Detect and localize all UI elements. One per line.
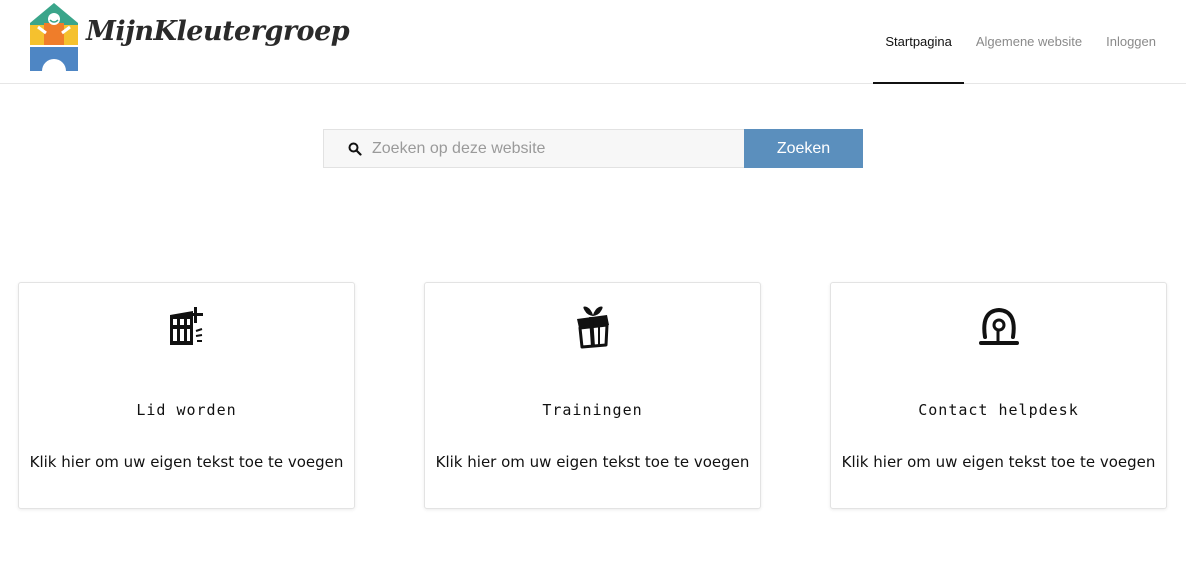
building-icon <box>169 307 203 345</box>
header: MijnKleutergroep Startpagina Algemene we… <box>0 0 1186 84</box>
search-box <box>323 129 744 168</box>
card-lid-worden[interactable]: Lid worden Klik hier om uw eigen tekst t… <box>18 282 355 509</box>
site-logo[interactable]: MijnKleutergroep <box>28 0 350 74</box>
card-title: Lid worden <box>136 401 237 419</box>
nav-item-inloggen[interactable]: Inloggen <box>1094 0 1168 83</box>
card-title: Contact helpdesk <box>918 401 1079 419</box>
search-input[interactable] <box>372 130 732 167</box>
search-button[interactable]: Zoeken <box>744 129 863 168</box>
nav-item-label: Inloggen <box>1106 34 1156 49</box>
main-nav: Startpagina Algemene website Inloggen <box>873 0 1168 84</box>
gift-icon <box>576 306 609 349</box>
card-title: Trainingen <box>542 401 643 419</box>
search-icon <box>348 142 362 156</box>
headset-icon <box>978 307 1019 345</box>
card-text: Klik hier om uw eigen tekst toe te voege… <box>29 453 344 471</box>
nav-item-startpagina[interactable]: Startpagina <box>873 0 964 84</box>
nav-item-label: Algemene website <box>975 34 1083 49</box>
card-contact-helpdesk[interactable]: Contact helpdesk Klik hier om uw eigen t… <box>830 282 1167 509</box>
logo-text: MijnKleutergroep <box>86 16 350 47</box>
search-bar: Zoeken <box>323 129 863 168</box>
nav-item-label: Startpagina <box>885 34 952 49</box>
card-text: Klik hier om uw eigen tekst toe te voege… <box>841 453 1156 471</box>
card-trainingen[interactable]: Trainingen Klik hier om uw eigen tekst t… <box>424 282 761 509</box>
logo-house-icon <box>30 3 78 71</box>
card-text: Klik hier om uw eigen tekst toe te voege… <box>435 453 750 471</box>
nav-item-algemene-website[interactable]: Algemene website <box>964 0 1094 83</box>
